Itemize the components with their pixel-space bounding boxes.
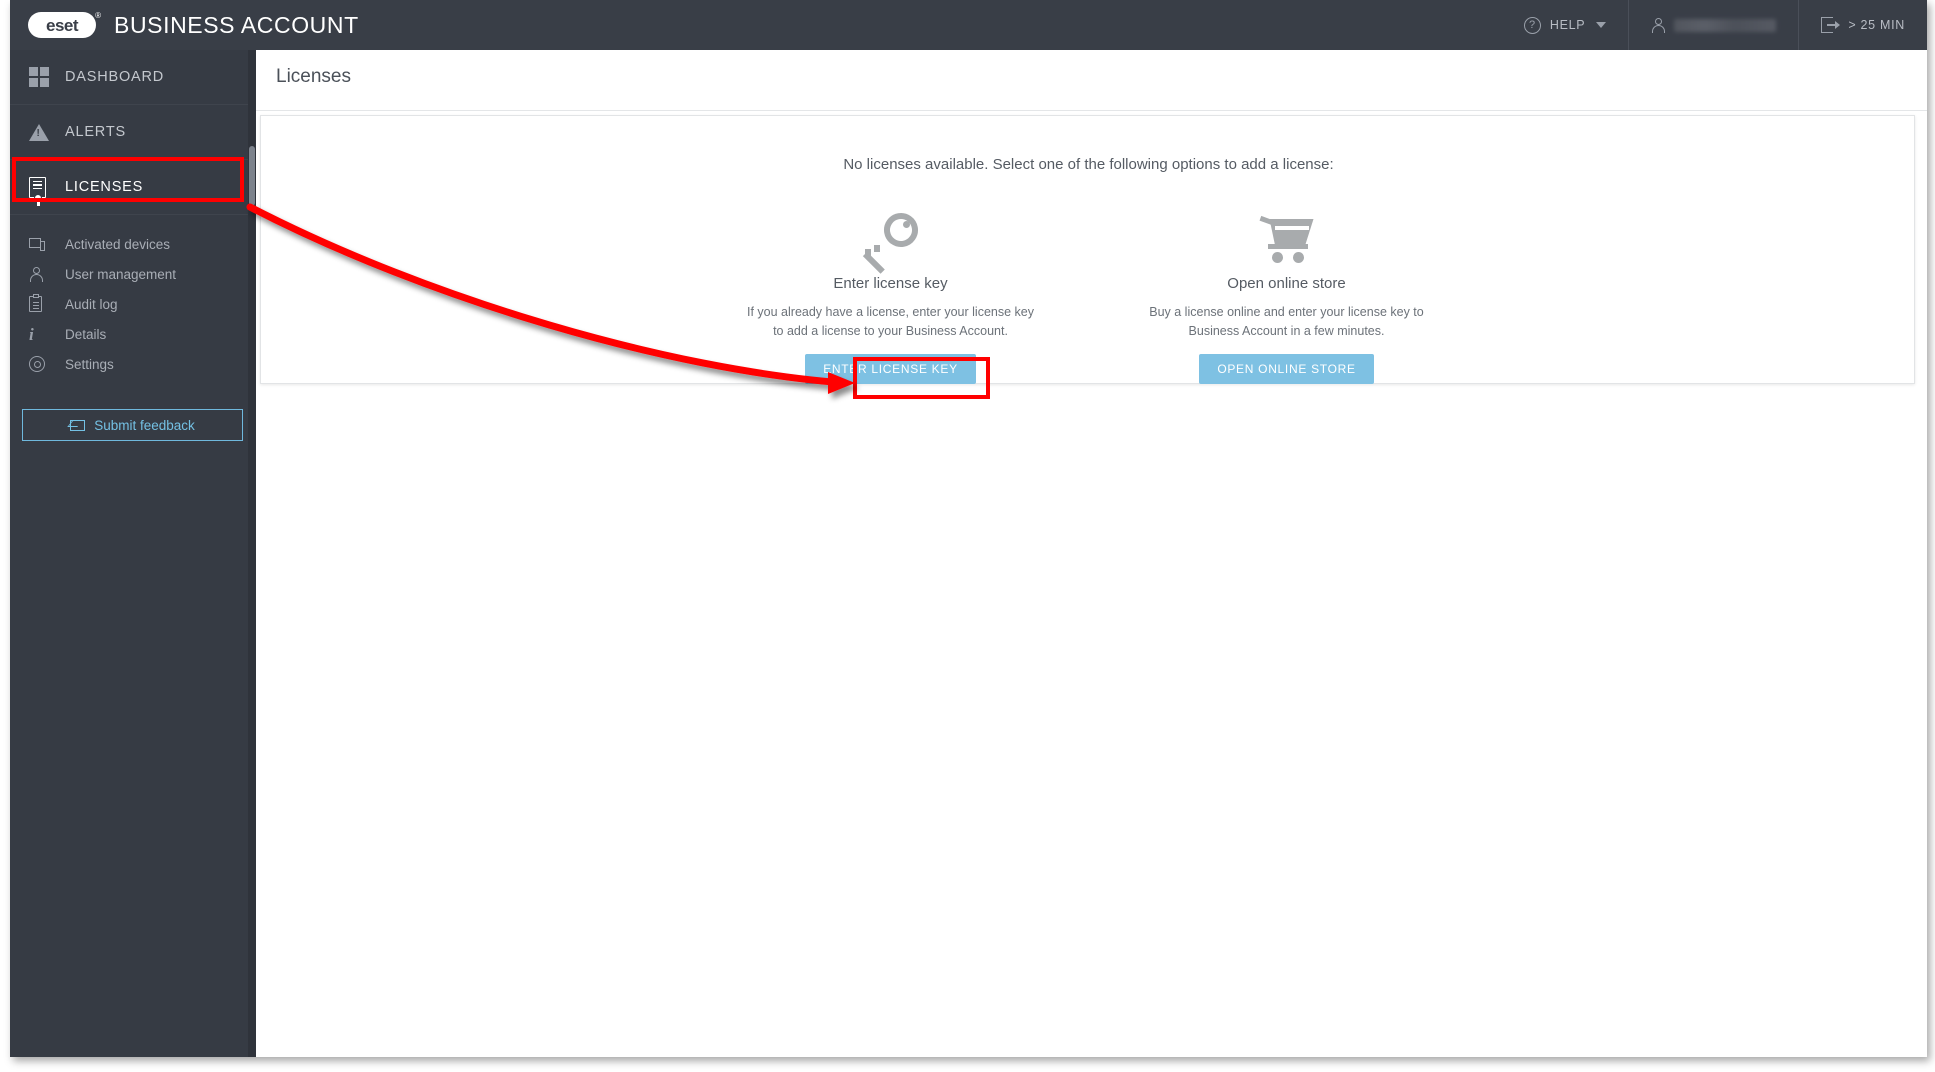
eset-logo-text: eset	[45, 15, 79, 35]
sidebar-item-settings[interactable]: Settings	[10, 349, 256, 379]
chevron-down-icon	[1596, 22, 1607, 28]
clipboard-icon	[29, 294, 59, 312]
cart-icon-wrapper	[1258, 208, 1316, 268]
sidebar-item-label: Details	[65, 326, 107, 342]
logout-icon	[1821, 17, 1841, 33]
option-open-online-store: Open online store Buy a license online a…	[1142, 208, 1432, 384]
brand-logo[interactable]: eset ® BUSINESS ACCOUNT	[10, 0, 359, 50]
session-timer[interactable]: > 25 MIN	[1798, 0, 1927, 50]
sidebar-scrollbar-thumb[interactable]	[249, 146, 255, 206]
sidebar-item-dashboard[interactable]: DASHBOARD	[10, 50, 256, 105]
sidebar-item-label: LICENSES	[65, 179, 144, 195]
key-icon	[862, 210, 921, 274]
sidebar-scrollbar-track[interactable]	[248, 50, 256, 1057]
license-options-row: Enter license key If you already have a …	[261, 208, 1916, 384]
envelope-icon	[70, 419, 86, 431]
option-heading: Enter license key	[833, 275, 948, 292]
key-icon-wrapper	[862, 208, 921, 274]
sidebar-primary-nav: DASHBOARD ALERTS LICENSES	[10, 50, 256, 215]
application-window: eset ® BUSINESS ACCOUNT ? HELP > 25 MIN …	[10, 0, 1927, 1057]
option-description: Buy a license online and enter your lice…	[1149, 305, 1424, 338]
main-content: Licenses No licenses available. Select o…	[256, 50, 1927, 1057]
devices-icon	[29, 237, 59, 251]
page-title: Licenses	[276, 66, 351, 87]
sidebar-secondary-nav: Activated devices User management Audit …	[10, 215, 256, 379]
top-header: eset ® BUSINESS ACCOUNT ? HELP > 25 MIN	[10, 0, 1927, 50]
header-actions: ? HELP > 25 MIN	[1502, 0, 1927, 50]
sidebar-item-label: Settings	[65, 356, 114, 372]
sidebar: DASHBOARD ALERTS LICENSES	[10, 50, 256, 1057]
user-account-menu[interactable]	[1628, 0, 1798, 50]
person-icon	[1651, 17, 1665, 33]
question-circle-icon: ?	[1523, 16, 1541, 34]
gear-icon	[29, 356, 59, 372]
empty-state-message: No licenses available. Select one of the…	[843, 156, 1334, 173]
shopping-cart-icon	[1258, 213, 1316, 263]
grid-icon	[29, 67, 59, 87]
certificate-icon	[29, 176, 59, 206]
user-name-redacted	[1674, 18, 1777, 32]
licenses-empty-state-card: No licenses available. Select one of the…	[260, 115, 1915, 384]
sidebar-item-label: ALERTS	[65, 124, 126, 140]
eset-logo-icon: eset ®	[28, 11, 101, 38]
help-menu[interactable]: ? HELP	[1502, 0, 1628, 50]
option-description: If you already have a license, enter you…	[747, 305, 1034, 338]
app-title: BUSINESS ACCOUNT	[114, 11, 359, 38]
sidebar-item-label: Activated devices	[65, 236, 171, 252]
warning-triangle-icon	[29, 123, 59, 141]
person-icon	[29, 266, 59, 282]
sidebar-item-activated-devices[interactable]: Activated devices	[10, 229, 256, 259]
option-enter-license-key: Enter license key If you already have a …	[746, 208, 1036, 384]
registered-mark: ®	[95, 11, 101, 20]
submit-feedback-button[interactable]: Submit feedback	[22, 409, 243, 441]
sidebar-item-alerts[interactable]: ALERTS	[10, 105, 256, 160]
sidebar-item-label: User management	[65, 266, 177, 282]
help-label: HELP	[1549, 18, 1586, 32]
title-divider	[256, 110, 1927, 111]
option-heading: Open online store	[1227, 275, 1346, 292]
sidebar-item-audit-log[interactable]: Audit log	[10, 289, 256, 319]
sidebar-item-details[interactable]: i Details	[10, 319, 256, 349]
sidebar-item-licenses[interactable]: LICENSES	[10, 160, 256, 215]
session-timer-label: > 25 MIN	[1848, 18, 1905, 32]
submit-feedback-label: Submit feedback	[94, 417, 195, 433]
sidebar-item-user-management[interactable]: User management	[10, 259, 256, 289]
sidebar-item-label: DASHBOARD	[65, 69, 165, 85]
sidebar-item-label: Audit log	[65, 296, 118, 312]
open-online-store-button[interactable]: OPEN ONLINE STORE	[1199, 354, 1374, 384]
enter-license-key-button[interactable]: ENTER LICENSE KEY	[805, 354, 976, 384]
info-icon: i	[29, 324, 34, 344]
